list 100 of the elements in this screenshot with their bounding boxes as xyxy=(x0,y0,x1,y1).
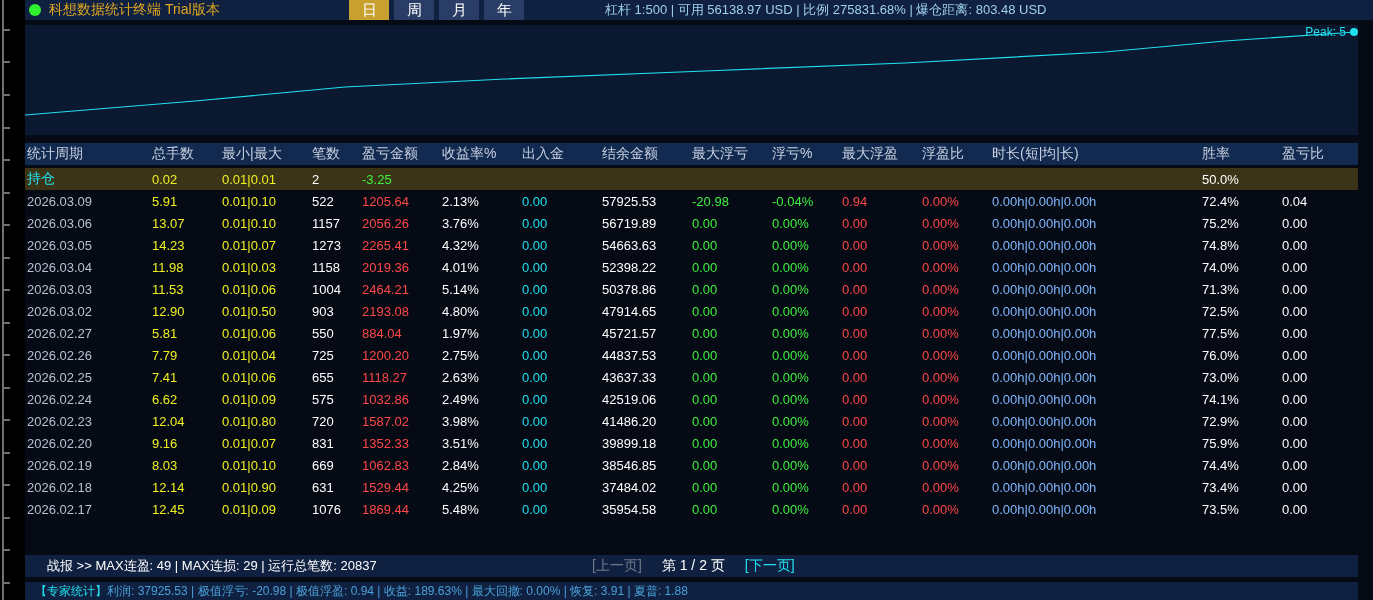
table-cell-text: 38546.85 xyxy=(601,457,658,473)
table-cell-text: 0.00 xyxy=(521,237,549,253)
table-cell-text: 2026.02.23 xyxy=(26,413,94,429)
table-cell-text: 持仓 xyxy=(26,170,56,188)
column-header: 盈亏比 xyxy=(1281,145,1325,163)
table-cell-text: 0.01|0.03 xyxy=(221,259,277,275)
column-header: 最大浮盈 xyxy=(841,145,899,163)
table-cell-text: 2026.02.27 xyxy=(26,325,94,341)
table-cell-text: 0.00 xyxy=(691,259,719,275)
table-cell-text: 75.2% xyxy=(1201,215,1240,231)
table-cell-text: 0.00 xyxy=(1281,501,1309,517)
table-cell-text: 2026.03.09 xyxy=(26,193,94,209)
table-cell-text: 0.00h|0.00h|0.00h xyxy=(991,501,1098,517)
table-cell-text: 71.3% xyxy=(1201,281,1240,297)
table-cell-text: 0.00% xyxy=(921,237,960,253)
table-cell-text: 0.00% xyxy=(771,391,810,407)
table-cell-text: 2026.02.18 xyxy=(26,479,94,495)
table-cell-text: 72.9% xyxy=(1201,413,1240,429)
table-cell-text: 0.01|0.06 xyxy=(221,281,277,297)
table-cell-text: 831 xyxy=(311,435,335,451)
table-cell-text: 2026.03.06 xyxy=(26,215,94,231)
table-cell-text: 0.00 xyxy=(1281,215,1309,231)
table-cell-text: 0.00 xyxy=(521,215,549,231)
period-tab[interactable]: 周 xyxy=(394,0,434,20)
table-cell-text: 0.00% xyxy=(771,369,810,385)
table-cell-text: 0.00 xyxy=(1281,347,1309,363)
table-cell-text: 2265.41 xyxy=(361,237,410,253)
app-title: 科想数据统计终端 Trial版本 xyxy=(49,1,221,19)
table-cell-text: 1205.64 xyxy=(361,193,410,209)
table-cell-text: 0.01|0.09 xyxy=(221,501,277,517)
table-cell-text: 0.01|0.10 xyxy=(221,193,277,209)
table-cell-text: 0.00% xyxy=(921,435,960,451)
column-header: 出入金 xyxy=(521,145,565,163)
table-cell-text: 0.01|0.07 xyxy=(221,435,277,451)
table-cell-text: 0.00% xyxy=(921,347,960,363)
table-cell-text: 0.00 xyxy=(1281,281,1309,297)
table-cell-text: 1587.02 xyxy=(361,413,410,429)
table-cell-text: 0.00 xyxy=(1281,325,1309,341)
table-cell-text: 0.00% xyxy=(921,457,960,473)
column-header: 时长(短|均|长) xyxy=(991,145,1080,163)
table-cell-text: 0.00% xyxy=(771,347,810,363)
table-cell-text: 0.00 xyxy=(521,303,549,319)
next-page-link[interactable]: [下一页] xyxy=(744,557,795,575)
table-cell-text: 0.00h|0.00h|0.00h xyxy=(991,435,1098,451)
table-cell-text: 0.00h|0.00h|0.00h xyxy=(991,193,1098,209)
period-tab[interactable]: 年 xyxy=(484,0,524,20)
table-cell-text: 0.00% xyxy=(771,259,810,275)
table-cell-text: -0.04% xyxy=(771,193,815,209)
table-cell-text: 5.91 xyxy=(151,193,179,209)
table-cell-text: 0.00h|0.00h|0.00h xyxy=(991,369,1098,385)
period-tab[interactable]: 月 xyxy=(439,0,479,20)
table-cell-text: 0.00 xyxy=(521,325,549,341)
table-cell-text: 0.00 xyxy=(1281,479,1309,495)
column-header: 浮盈比 xyxy=(921,145,965,163)
table-cell-text: 550 xyxy=(311,325,335,341)
table-cell-text: 903 xyxy=(311,303,335,319)
table-cell-text: 0.00 xyxy=(521,479,549,495)
table-cell-text: 2.75% xyxy=(441,347,480,363)
table-cell-text: 73.4% xyxy=(1201,479,1240,495)
table-cell-text: 5.81 xyxy=(151,325,179,341)
table-cell-text: 0.01|0.10 xyxy=(221,457,277,473)
status-dot xyxy=(29,4,41,16)
table-cell-text: 0.00 xyxy=(841,435,869,451)
table-cell-text: 884.04 xyxy=(361,325,403,341)
table-cell-text: 0.00% xyxy=(921,391,960,407)
table-cell-text: 0.00% xyxy=(921,259,960,275)
table-cell-text: 2026.03.02 xyxy=(26,303,94,319)
table-cell-text: 0.00 xyxy=(841,413,869,429)
table-cell-text: 0.00h|0.00h|0.00h xyxy=(991,215,1098,231)
peak-marker xyxy=(1350,28,1358,36)
table-cell-text: 0.00% xyxy=(921,193,960,209)
column-header: 笔数 xyxy=(311,145,341,163)
table-cell-text: 5.14% xyxy=(441,281,480,297)
table-cell-text: 1062.83 xyxy=(361,457,410,473)
table-cell-text: 2026.02.26 xyxy=(26,347,94,363)
table-cell-text: 54663.63 xyxy=(601,237,658,253)
table-cell-text: 37484.02 xyxy=(601,479,658,495)
table-cell-text: 0.00% xyxy=(921,325,960,341)
table-cell-text: 1076 xyxy=(311,501,342,517)
table-cell-text: 0.00 xyxy=(841,457,869,473)
table-cell-text: 0.00 xyxy=(1281,237,1309,253)
table-cell-text: 0.00 xyxy=(691,457,719,473)
table-cell-text: 0.00 xyxy=(841,347,869,363)
table-cell-text: 0.00 xyxy=(691,347,719,363)
table-cell-text: 0.00 xyxy=(691,237,719,253)
table-cell-text: 0.00h|0.00h|0.00h xyxy=(991,479,1098,495)
table-cell-text: 522 xyxy=(311,193,335,209)
table-cell-text: 44837.53 xyxy=(601,347,658,363)
table-cell-text: 3.98% xyxy=(441,413,480,429)
table-cell-text: 50378.86 xyxy=(601,281,658,297)
table-cell-text: 0.00 xyxy=(691,435,719,451)
column-header: 最大浮亏 xyxy=(691,145,749,163)
table-cell-text: 2464.21 xyxy=(361,281,410,297)
table-cell-text: 0.00 xyxy=(1281,259,1309,275)
table-cell-text: 720 xyxy=(311,413,335,429)
table-cell-text: 1.97% xyxy=(441,325,480,341)
table-cell-text: 39899.18 xyxy=(601,435,658,451)
table-cell-text: 0.01|0.80 xyxy=(221,413,277,429)
table-cell-text: 52398.22 xyxy=(601,259,658,275)
table-cell-text: 0.00 xyxy=(691,413,719,429)
